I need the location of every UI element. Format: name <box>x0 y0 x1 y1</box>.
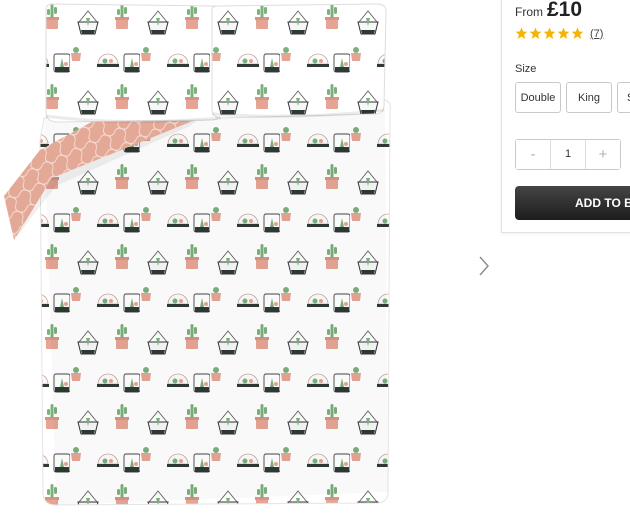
rating-row: (7) <box>515 27 603 40</box>
star-icon <box>529 27 542 39</box>
next-image-button[interactable] <box>474 254 494 278</box>
quantity-decrease-button[interactable]: - <box>516 140 550 169</box>
price-prefix: From <box>515 5 543 19</box>
product-price: £10 <box>547 0 583 21</box>
add-to-bag-button[interactable]: ADD TO B <box>515 186 630 220</box>
size-option-double[interactable]: Double <box>515 82 561 113</box>
price-row: From £10 <box>515 0 582 22</box>
star-icon <box>557 27 570 39</box>
duvet-set-image <box>4 3 391 506</box>
product-image[interactable] <box>0 0 400 523</box>
star-icon <box>571 27 584 39</box>
quantity-stepper: - 1 + <box>515 139 621 170</box>
size-option-king[interactable]: King <box>566 82 612 113</box>
size-option-super-king[interactable]: Si <box>617 82 630 113</box>
star-icon <box>515 27 528 39</box>
size-label: Size <box>515 63 537 75</box>
size-options: Double King Si <box>515 82 630 113</box>
star-icon <box>543 27 556 39</box>
review-count-link[interactable]: (7) <box>590 28 603 40</box>
quantity-increase-button[interactable]: + <box>586 140 620 169</box>
product-purchase-panel: From £10 (7) Size Double King Si - 1 + A… <box>501 0 630 233</box>
chevron-right-icon <box>479 256 489 276</box>
quantity-value[interactable]: 1 <box>550 140 586 169</box>
